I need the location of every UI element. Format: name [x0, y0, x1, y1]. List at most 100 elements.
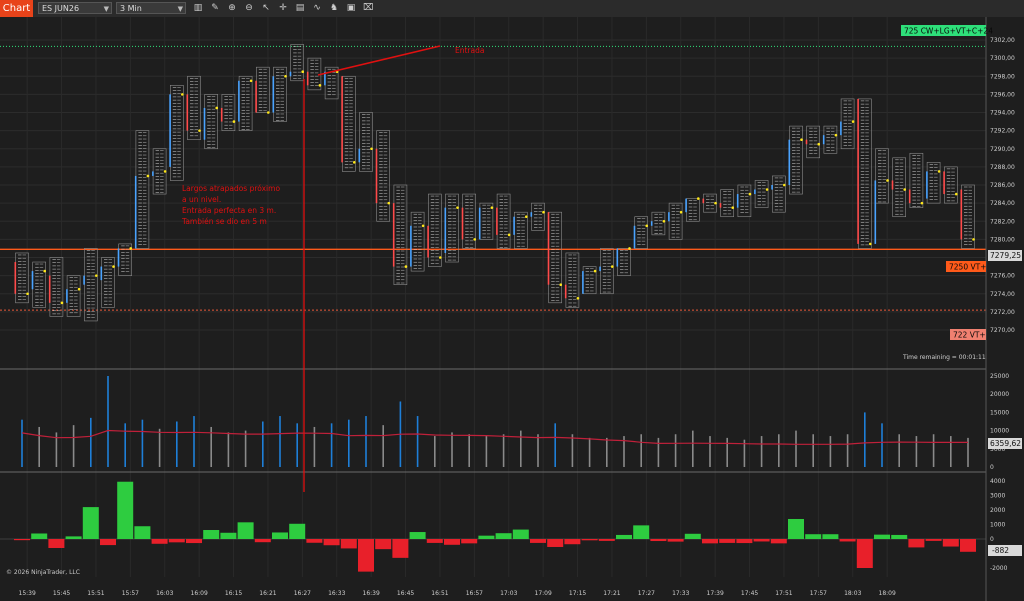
- price-tick-label: 7280,00: [990, 236, 1015, 243]
- indicators-icon[interactable]: ∿: [312, 3, 322, 13]
- delta-bar[interactable]: [237, 522, 254, 539]
- time-tick-label: 17:15: [569, 590, 586, 597]
- delta-bar[interactable]: [839, 539, 856, 542]
- delta-bar[interactable]: [633, 525, 650, 539]
- delta-tick-label: 3000: [990, 493, 1005, 500]
- templates-icon[interactable]: ▣: [346, 3, 356, 13]
- delta-bar[interactable]: [289, 523, 306, 539]
- delta-bar[interactable]: [788, 518, 804, 539]
- delta-bar[interactable]: [564, 539, 581, 545]
- properties-icon[interactable]: ▤: [295, 3, 305, 13]
- time-tick-label: 16:57: [466, 590, 483, 597]
- zoom-in-icon[interactable]: ⊕: [227, 3, 237, 13]
- delta-bar[interactable]: [530, 539, 546, 543]
- note-line-3[interactable]: Entrada perfecta en 3 m.: [182, 206, 276, 215]
- delta-bar[interactable]: [942, 539, 959, 547]
- time-tick-label: 16:33: [328, 590, 345, 597]
- delta-bar[interactable]: [151, 539, 168, 544]
- delta-bar[interactable]: [48, 539, 65, 548]
- strategies-icon[interactable]: ♞: [329, 3, 339, 13]
- delta-bar[interactable]: [409, 532, 426, 539]
- delta-bar[interactable]: [478, 535, 495, 539]
- cursor-icon[interactable]: ↖: [261, 3, 271, 13]
- delta-bar[interactable]: [14, 539, 30, 541]
- time-tick-label: 16:03: [156, 590, 173, 597]
- note-line-4[interactable]: También se dio en 5 m: [181, 217, 267, 226]
- price-tick-label: 7292,00: [990, 128, 1015, 135]
- delta-bar[interactable]: [925, 539, 942, 541]
- delta-bar[interactable]: [220, 532, 237, 539]
- time-tick-label: 15:39: [19, 590, 36, 597]
- delta-bar[interactable]: [82, 507, 99, 539]
- delta-bar[interactable]: [426, 539, 443, 543]
- crosshair-icon[interactable]: ✛: [278, 3, 288, 13]
- delta-bar[interactable]: [753, 539, 770, 542]
- delta-bar[interactable]: [117, 481, 134, 539]
- delta-bar[interactable]: [340, 539, 357, 549]
- lock-icon[interactable]: ⌧: [363, 3, 373, 13]
- delta-bar[interactable]: [736, 539, 753, 544]
- volume-ma-text: 6359,62: [990, 439, 1021, 448]
- delta-bar[interactable]: [168, 539, 185, 543]
- delta-bar[interactable]: [375, 539, 392, 550]
- delta-bar[interactable]: [719, 539, 736, 543]
- delta-bar[interactable]: [770, 539, 787, 544]
- note-line-1[interactable]: Largos atrapados próximo: [182, 184, 280, 193]
- delta-bar[interactable]: [444, 539, 460, 545]
- bar-type-icon[interactable]: ▥: [193, 3, 203, 13]
- delta-bar[interactable]: [616, 534, 632, 539]
- price-tick-label: 7284,00: [990, 200, 1015, 207]
- delta-bar[interactable]: [392, 539, 409, 558]
- time-tick-label: 17:03: [500, 590, 517, 597]
- delta-bar[interactable]: [908, 539, 925, 548]
- delta-bar[interactable]: [547, 539, 564, 547]
- entrada-label[interactable]: Entrada: [455, 46, 484, 55]
- time-tick-label: 17:21: [603, 590, 620, 597]
- delta-bar[interactable]: [702, 539, 718, 544]
- delta-bar[interactable]: [822, 534, 839, 539]
- delta-bar[interactable]: [650, 539, 667, 542]
- delta-bar[interactable]: [323, 539, 340, 546]
- chart-canvas[interactable]: 7302,00 7300,00 7298,00 7296,00 7294,00 7292,…: [0, 17, 1024, 601]
- delta-bar[interactable]: [891, 534, 908, 539]
- price-tick-label: 7288,00: [990, 164, 1015, 171]
- delta-bar[interactable]: [100, 539, 116, 546]
- delta-bar[interactable]: [134, 526, 151, 539]
- delta-bar[interactable]: [358, 539, 374, 572]
- delta-bar[interactable]: [272, 532, 288, 539]
- delta-bar[interactable]: [960, 539, 976, 552]
- delta-bar[interactable]: [874, 534, 890, 539]
- zoom-out-icon[interactable]: ⊖: [244, 3, 254, 13]
- delta-bar[interactable]: [65, 536, 82, 539]
- price-tick-label: 7286,00: [990, 182, 1015, 189]
- delta-tick-label: -2000: [990, 565, 1008, 572]
- delta-bar[interactable]: [31, 533, 48, 539]
- draw-tools-icon[interactable]: ✎: [210, 3, 220, 13]
- delta-bar[interactable]: [495, 533, 512, 539]
- delta-bar[interactable]: [667, 539, 684, 542]
- note-line-2[interactable]: a un nivel.: [182, 195, 221, 204]
- delta-bar[interactable]: [254, 539, 271, 543]
- period-selector[interactable]: 3 Min Volumetric ▼: [116, 2, 186, 25]
- time-tick-label: 15:51: [87, 590, 104, 597]
- time-tick-label: 16:51: [431, 590, 448, 597]
- delta-bar[interactable]: [684, 533, 701, 539]
- instrument-label: ES JUN26: [42, 4, 80, 13]
- delta-bar[interactable]: [203, 530, 220, 539]
- delta-bar[interactable]: [306, 539, 323, 543]
- chart-tab[interactable]: Chart: [0, 0, 33, 17]
- delta-bar[interactable]: [186, 539, 202, 544]
- delta-bar[interactable]: [512, 529, 529, 539]
- delta-bar[interactable]: [856, 539, 873, 568]
- delta-tick-label: 2000: [990, 507, 1005, 514]
- time-tick-label: 16:21: [259, 590, 276, 597]
- price-tick-label: 7274,00: [990, 291, 1015, 298]
- current-price-text: 7279,25: [990, 251, 1021, 260]
- delta-bar[interactable]: [581, 539, 598, 541]
- volume-tick-label: 0: [990, 464, 994, 471]
- delta-bar[interactable]: [598, 539, 615, 541]
- time-tick-label: 16:45: [397, 590, 414, 597]
- delta-bar[interactable]: [805, 534, 822, 539]
- instrument-selector[interactable]: ES JUN26 ▼: [38, 2, 112, 14]
- delta-bar[interactable]: [461, 539, 478, 544]
